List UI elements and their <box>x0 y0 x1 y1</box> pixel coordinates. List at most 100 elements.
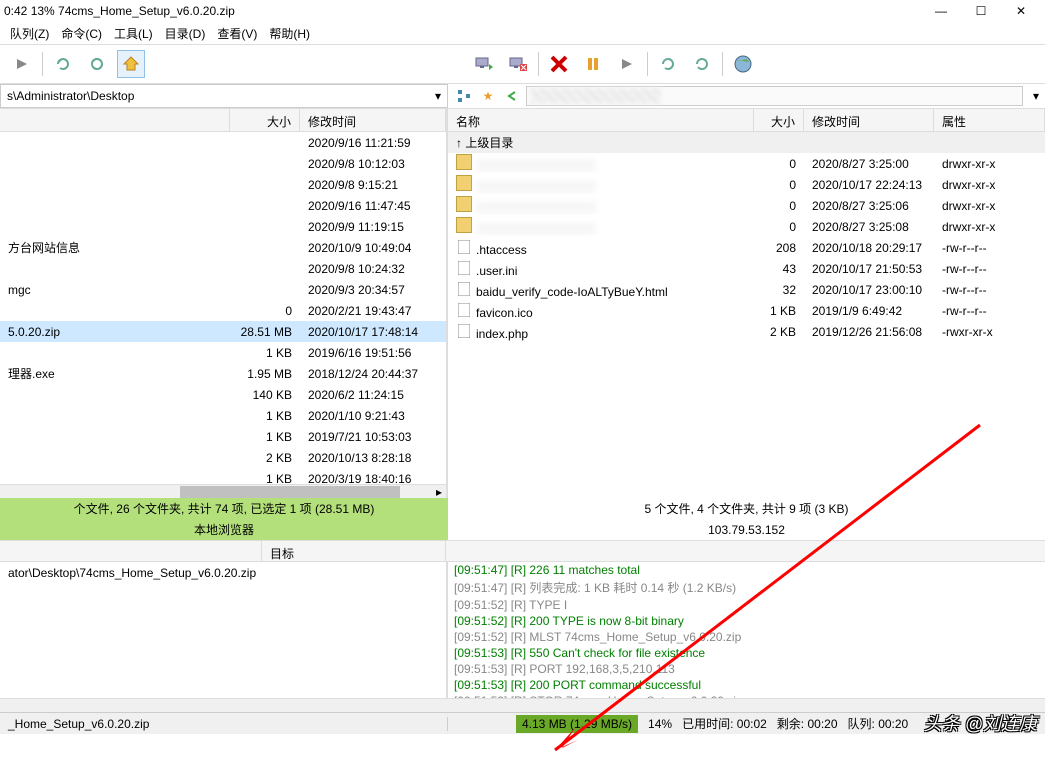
close-button[interactable]: ✕ <box>1001 0 1041 22</box>
computer-connect-icon[interactable] <box>470 50 498 78</box>
menu-directory[interactable]: 目录(D) <box>165 25 206 42</box>
local-file-row[interactable]: 02020/2/21 19:43:47 <box>0 300 446 321</box>
log-line: [09:51:47] [R] 226 11 matches total <box>448 562 1045 578</box>
local-path-box: ▾ <box>0 84 448 108</box>
col-modified[interactable]: 修改时间 <box>300 109 446 131</box>
local-file-row[interactable]: 1 KB2020/1/10 9:21:43 <box>0 405 446 426</box>
remote-toolbar <box>462 50 1037 78</box>
back-arrow-icon[interactable] <box>502 86 522 106</box>
menu-view[interactable]: 查看(V) <box>217 25 257 42</box>
remote-status-host: 103.79.53.152 <box>448 519 1045 540</box>
chevron-down-icon[interactable]: ▾ <box>1027 89 1045 103</box>
local-file-row[interactable]: 2020/9/9 11:19:15 <box>0 216 446 237</box>
col-size[interactable]: 大小 <box>754 109 804 131</box>
col-modified[interactable]: 修改时间 <box>804 109 934 131</box>
menu-queue[interactable]: 队列(Z) <box>10 25 49 42</box>
star-icon[interactable]: ★ <box>478 86 498 106</box>
local-status: 个文件, 26 个文件夹, 共计 74 项, 已选定 1 项 (28.51 MB… <box>0 498 448 540</box>
computer-disconnect-icon[interactable] <box>504 50 532 78</box>
local-file-row[interactable]: 1 KB2019/6/16 19:51:56 <box>0 342 446 363</box>
minimize-button[interactable]: — <box>921 0 961 22</box>
play-icon[interactable] <box>613 50 641 78</box>
menu-tools[interactable]: 工具(L) <box>114 25 153 42</box>
log-line: [09:51:53] [R] 200 PORT command successf… <box>448 677 1045 693</box>
col-name[interactable]: 名称 <box>448 109 754 131</box>
log-line: [09:51:52] [R] MLST 74cms_Home_Setup_v6.… <box>448 629 1045 645</box>
remote-status-summary: 5 个文件, 4 个文件夹, 共计 9 项 (3 KB) <box>448 498 1045 519</box>
remote-file-row[interactable]: baidu_verify_code-IoALTyBueY.html322020/… <box>448 279 1045 300</box>
window-controls: — ☐ ✕ <box>921 0 1041 22</box>
watermark-text: 头条 @刘连康 <box>924 710 1037 736</box>
remote-status: 5 个文件, 4 个文件夹, 共计 9 项 (3 KB) 103.79.53.1… <box>448 498 1045 540</box>
play-icon[interactable] <box>8 50 36 78</box>
log-line: [09:51:53] [R] 550 Can't check for file … <box>448 645 1045 661</box>
toolbar <box>0 44 1045 84</box>
local-file-row[interactable]: 140 KB2020/6/2 11:24:15 <box>0 384 446 405</box>
refresh-all-icon[interactable] <box>688 50 716 78</box>
up-directory[interactable]: ↑ 上级目录 <box>448 132 1045 153</box>
local-file-row[interactable]: 理器.exe1.95 MB2018/12/24 20:44:37 <box>0 363 446 384</box>
local-file-row[interactable]: 方台网站信息2020/10/9 10:49:04 <box>0 237 446 258</box>
title-bar: 0:42 13% 74cms_Home_Setup_v6.0.20.zip — … <box>0 0 1045 22</box>
local-file-row[interactable]: 2020/9/16 11:21:59 <box>0 132 446 153</box>
local-toolbar <box>8 50 456 78</box>
remote-panel: 名称 大小 修改时间 属性 ↑ 上级目录 02020/8/27 3:25:00d… <box>448 108 1045 498</box>
remote-file-row[interactable]: 02020/10/17 22:24:13drwxr-xr-x <box>448 174 1045 195</box>
abort-icon[interactable] <box>545 50 573 78</box>
refresh-all-icon[interactable] <box>83 50 111 78</box>
globe-icon[interactable] <box>729 50 757 78</box>
local-file-row[interactable]: 2 KB2020/10/13 8:28:18 <box>0 447 446 468</box>
refresh-icon[interactable] <box>654 50 682 78</box>
queue-list[interactable]: ator\Desktop\74cms_Home_Setup_v6.0.20.zi… <box>0 562 448 698</box>
transfer-progress: 4.13 MB (1.29 MB/s) <box>516 715 638 733</box>
transfer-status-bar: _Home_Setup_v6.0.20.zip 4.13 MB (1.29 MB… <box>0 712 1045 734</box>
status-area: 个文件, 26 个文件夹, 共计 74 项, 已选定 1 项 (28.51 MB… <box>0 498 1045 540</box>
col-size[interactable]: 大小 <box>230 109 300 131</box>
remote-file-row[interactable]: index.php2 KB2019/12/26 21:56:08-rwxr-xr… <box>448 321 1045 342</box>
local-file-row[interactable]: 2020/9/8 9:15:21 <box>0 174 446 195</box>
local-scrollbar[interactable]: ▸ <box>0 484 446 498</box>
bottom-scrollbar[interactable] <box>0 698 1045 712</box>
chevron-down-icon[interactable]: ▾ <box>429 89 447 103</box>
remote-file-row[interactable]: 02020/8/27 3:25:06drwxr-xr-x <box>448 195 1045 216</box>
col-target[interactable]: 目标 <box>262 541 446 561</box>
path-row: ▾ ★ ▾ <box>0 84 1045 108</box>
local-panel: 大小 修改时间 2020/9/16 11:21:592020/9/8 10:12… <box>0 108 448 498</box>
local-status-summary: 个文件, 26 个文件夹, 共计 74 项, 已选定 1 项 (28.51 MB… <box>0 498 448 519</box>
tree-icon[interactable] <box>454 86 474 106</box>
maximize-button[interactable]: ☐ <box>961 0 1001 22</box>
file-panels: 大小 修改时间 2020/9/16 11:21:592020/9/8 10:12… <box>0 108 1045 498</box>
local-file-row[interactable]: 5.0.20.zip28.51 MB2020/10/17 17:48:14 <box>0 321 446 342</box>
remote-file-list[interactable]: ↑ 上级目录 02020/8/27 3:25:00drwxr-xr-x02020… <box>448 132 1045 498</box>
local-status-mode: 本地浏览器 <box>0 519 448 540</box>
log-line: [09:51:52] [R] 200 TYPE is now 8-bit bin… <box>448 613 1045 629</box>
remote-file-row[interactable]: .user.ini432020/10/17 21:50:53-rw-r--r-- <box>448 258 1045 279</box>
transfer-filename: _Home_Setup_v6.0.20.zip <box>0 717 448 731</box>
local-file-row[interactable]: mgc2020/9/3 20:34:57 <box>0 279 446 300</box>
transfer-percent: 14% <box>648 717 672 731</box>
col-attrs[interactable]: 属性 <box>934 109 1045 131</box>
remote-file-row[interactable]: 02020/8/27 3:25:00drwxr-xr-x <box>448 153 1045 174</box>
log-line: [09:51:47] [R] 列表完成: 1 KB 耗时 0.14 秒 (1.2… <box>448 578 1045 597</box>
remote-file-row[interactable]: 02020/8/27 3:25:08drwxr-xr-x <box>448 216 1045 237</box>
window-title: 0:42 13% 74cms_Home_Setup_v6.0.20.zip <box>4 4 235 18</box>
menu-help[interactable]: 帮助(H) <box>269 25 310 42</box>
queue-item[interactable]: ator\Desktop\74cms_Home_Setup_v6.0.20.zi… <box>0 562 446 583</box>
local-path-input[interactable] <box>1 87 429 105</box>
menu-bar: 队列(Z) 命令(C) 工具(L) 目录(D) 查看(V) 帮助(H) <box>0 22 1045 44</box>
remote-path-box: ★ ▾ <box>448 84 1045 108</box>
home-icon[interactable] <box>117 50 145 78</box>
refresh-icon[interactable] <box>49 50 77 78</box>
remote-file-row[interactable]: .htaccess2082020/10/18 20:29:17-rw-r--r-… <box>448 237 1045 258</box>
local-file-row[interactable]: 2020/9/8 10:12:03 <box>0 153 446 174</box>
remote-file-row[interactable]: favicon.ico1 KB2019/1/9 6:49:42-rw-r--r-… <box>448 300 1045 321</box>
local-file-list[interactable]: 2020/9/16 11:21:592020/9/8 10:12:032020/… <box>0 132 446 484</box>
log-panel[interactable]: [09:51:47] [R] 226 11 matches total[09:5… <box>448 562 1045 698</box>
menu-command[interactable]: 命令(C) <box>61 25 102 42</box>
pause-icon[interactable] <box>579 50 607 78</box>
local-file-row[interactable]: 1 KB2019/7/21 10:53:03 <box>0 426 446 447</box>
remote-path-input[interactable] <box>526 86 1023 106</box>
local-file-row[interactable]: 2020/9/8 10:24:32 <box>0 258 446 279</box>
local-file-row[interactable]: 1 KB2020/3/19 18:40:16 <box>0 468 446 484</box>
local-file-row[interactable]: 2020/9/16 11:47:45 <box>0 195 446 216</box>
